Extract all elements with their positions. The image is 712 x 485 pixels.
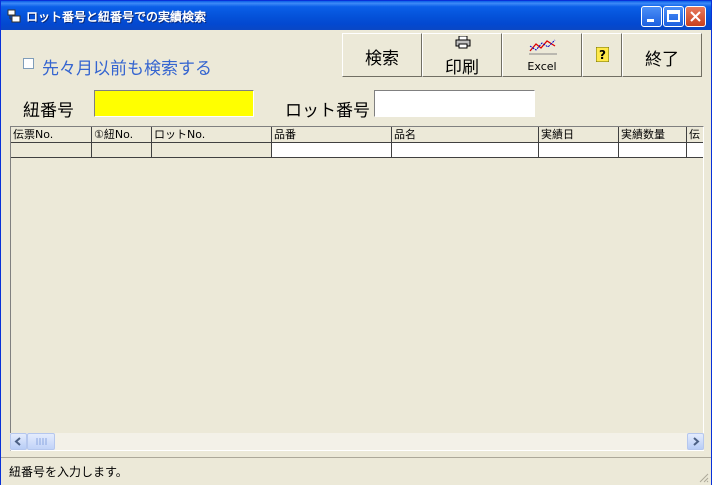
status-message: 紐番号を入力します。 bbox=[9, 465, 128, 479]
excel-export-button[interactable]: Excel bbox=[502, 33, 582, 77]
excel-button-label: Excel bbox=[527, 60, 557, 73]
column-header-part-number[interactable]: 品番 bbox=[272, 127, 392, 143]
include-older-checkbox[interactable] bbox=[23, 58, 34, 69]
grid-cell[interactable] bbox=[539, 143, 619, 158]
help-icon: ? bbox=[596, 47, 609, 62]
minimize-button[interactable] bbox=[641, 6, 662, 27]
close-icon bbox=[690, 11, 701, 22]
close-button[interactable] bbox=[685, 6, 706, 27]
column-header-result-date[interactable]: 実績日 bbox=[539, 127, 619, 143]
column-header-part-name[interactable]: 品名 bbox=[392, 127, 539, 143]
horizontal-scrollbar[interactable] bbox=[10, 433, 704, 450]
grid-cell[interactable] bbox=[392, 143, 539, 158]
print-button[interactable]: 印刷 bbox=[422, 33, 502, 78]
column-header-result-qty[interactable]: 実績数量 bbox=[619, 127, 687, 143]
minimize-icon bbox=[647, 19, 654, 22]
lot-number-input[interactable] bbox=[374, 90, 535, 117]
scroll-thumb[interactable] bbox=[27, 433, 55, 450]
lot-number-label: ロット番号 bbox=[285, 101, 370, 121]
print-button-label: 印刷 bbox=[445, 58, 479, 78]
exit-button-label: 終了 bbox=[645, 50, 679, 70]
maximize-icon bbox=[667, 10, 680, 22]
include-older-label[interactable]: 先々月以前も検索する bbox=[42, 54, 212, 79]
resize-grip-icon[interactable] bbox=[697, 471, 709, 483]
printer-icon bbox=[455, 36, 471, 49]
status-bar: 紐番号を入力します。 bbox=[1, 457, 711, 485]
app-icon bbox=[7, 9, 21, 23]
scroll-right-button[interactable] bbox=[687, 433, 704, 450]
grid-cell[interactable] bbox=[152, 143, 272, 158]
title-bar[interactable]: ロット番号と紐番号での実績検索 bbox=[1, 1, 711, 30]
search-button[interactable]: 検索 bbox=[342, 33, 422, 77]
maximize-button[interactable] bbox=[663, 6, 684, 27]
himo-number-label: 紐番号 bbox=[23, 101, 74, 121]
column-header-slip-extra[interactable]: 伝 bbox=[687, 127, 703, 143]
window-title: ロット番号と紐番号での実績検索 bbox=[26, 10, 207, 24]
grid-cell[interactable] bbox=[11, 143, 92, 158]
grid-cell[interactable] bbox=[92, 143, 152, 158]
app-window: ロット番号と紐番号での実績検索 先々月以前も検索する 検索 印刷 Excel ?… bbox=[0, 0, 712, 485]
column-header-himo-no[interactable]: ①紐No. bbox=[92, 127, 152, 143]
results-grid[interactable]: 伝票No. ①紐No. ロットNo. 品番 品名 実績日 実績数量 伝 bbox=[10, 126, 704, 451]
excel-chart-icon bbox=[529, 39, 557, 55]
help-button[interactable]: ? bbox=[582, 33, 622, 77]
grid-cell[interactable] bbox=[687, 143, 703, 158]
svg-text:?: ? bbox=[599, 48, 606, 62]
column-header-slip-no[interactable]: 伝票No. bbox=[11, 127, 92, 143]
grid-cell[interactable] bbox=[619, 143, 687, 158]
search-button-label: 検索 bbox=[365, 49, 399, 69]
scroll-left-button[interactable] bbox=[10, 433, 27, 450]
himo-number-input[interactable] bbox=[94, 90, 254, 117]
grid-cell[interactable] bbox=[272, 143, 392, 158]
chevron-right-icon bbox=[693, 437, 700, 446]
exit-button[interactable]: 終了 bbox=[622, 33, 702, 77]
column-header-lot-no[interactable]: ロットNo. bbox=[152, 127, 272, 143]
grip-icon bbox=[36, 438, 47, 445]
chevron-left-icon bbox=[14, 437, 21, 446]
